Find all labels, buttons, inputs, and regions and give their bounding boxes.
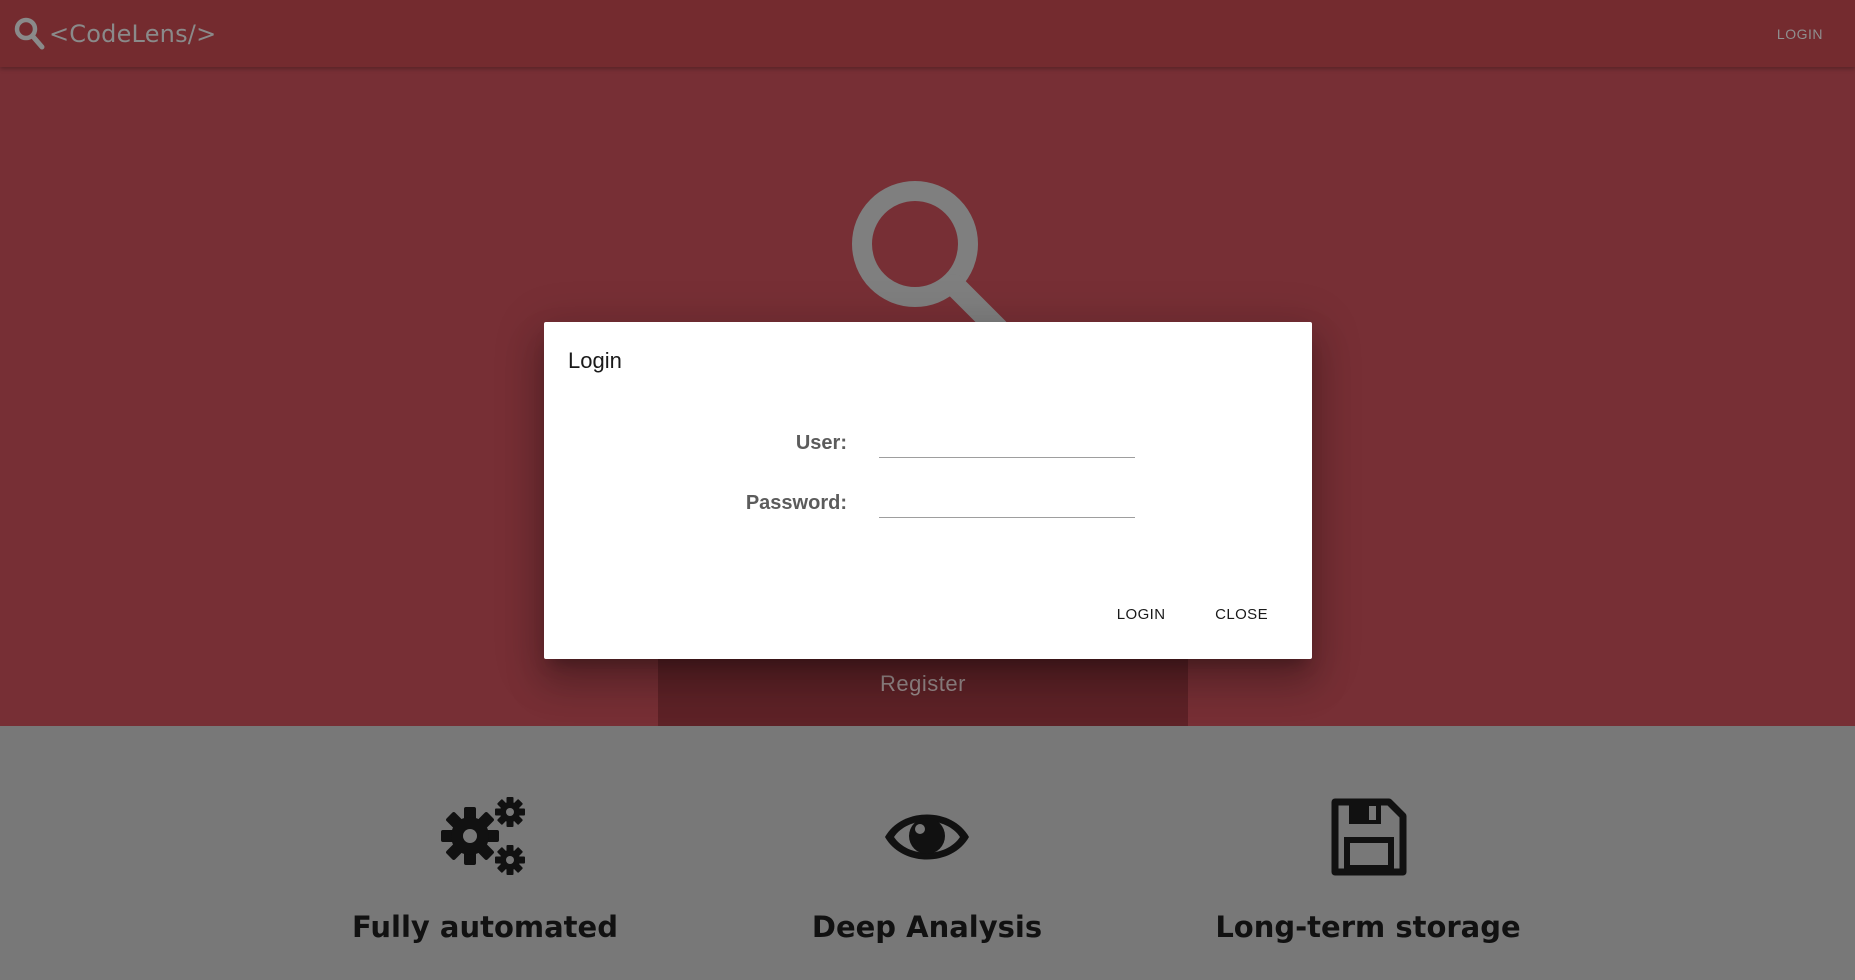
close-button[interactable]: CLOSE bbox=[1191, 598, 1292, 631]
user-row: User: bbox=[544, 424, 1312, 460]
password-label: Password: bbox=[745, 492, 847, 514]
dialog-title: Login bbox=[568, 348, 622, 373]
login-dialog: Login User: Password: LOGIN CLOSE bbox=[544, 322, 1312, 659]
password-row: Password: bbox=[544, 484, 1312, 520]
dialog-actions: LOGIN CLOSE bbox=[1091, 598, 1312, 631]
user-input[interactable] bbox=[879, 428, 1135, 458]
user-label: User: bbox=[795, 432, 847, 454]
password-input[interactable] bbox=[879, 488, 1135, 518]
login-button[interactable]: LOGIN bbox=[1091, 598, 1191, 631]
